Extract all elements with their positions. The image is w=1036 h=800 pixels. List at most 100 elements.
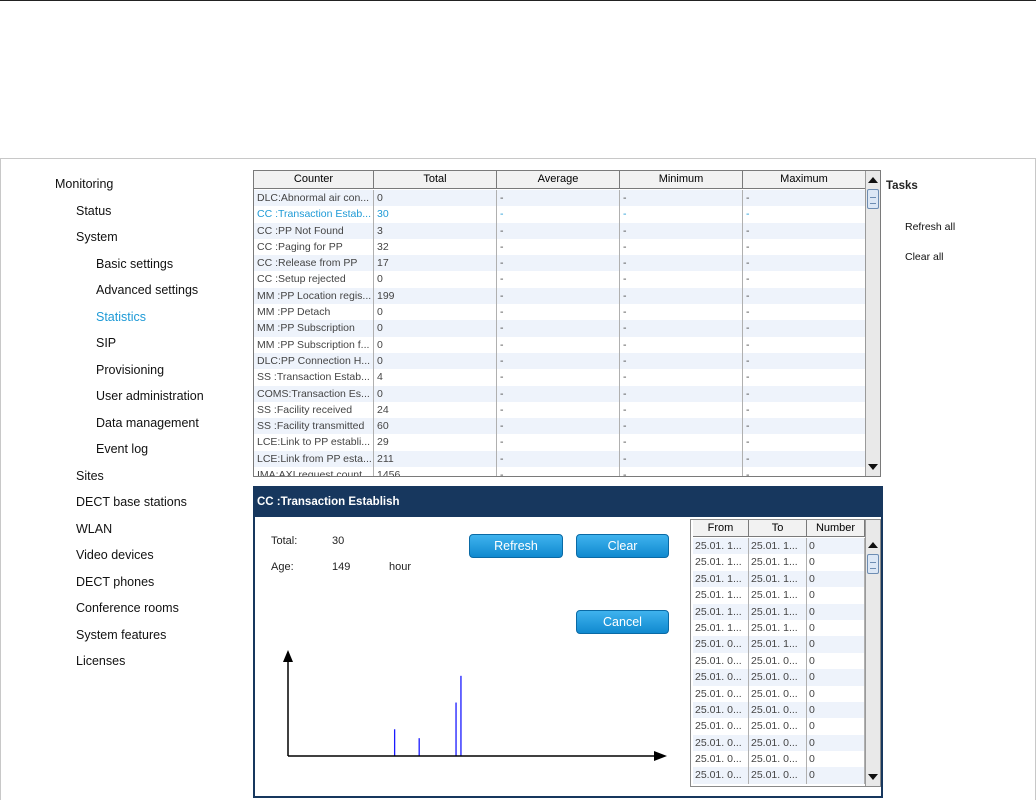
nav-item-statistics[interactable]: Statistics — [96, 310, 146, 324]
counter-table-scrollbar[interactable] — [865, 171, 880, 476]
column-header-number[interactable]: Number — [807, 520, 865, 537]
table-row[interactable]: CC :Release from PP 17- - - — [254, 255, 866, 272]
history-row[interactable]: 25.01. 0... 25.01. 0... 0 — [693, 734, 865, 752]
history-row[interactable]: 25.01. 0... 25.01. 0... 0 — [693, 669, 865, 686]
history-row[interactable]: 25.01. 0... 25.01. 0... 0 — [693, 718, 865, 735]
scroll-thumb[interactable] — [867, 189, 879, 209]
table-row[interactable]: LCE:Link from PP esta... 211- - - — [254, 450, 866, 468]
column-header-total[interactable]: Total — [374, 171, 497, 189]
nav-item-monitoring[interactable]: Monitoring — [55, 177, 113, 191]
column-header-from[interactable]: From — [693, 520, 749, 537]
cell-minimum: - — [620, 401, 743, 419]
clear-all-link[interactable]: Clear all — [905, 251, 944, 263]
cell-minimum: - — [620, 467, 743, 476]
table-row[interactable]: CC :Transaction Estab... 30- - - — [254, 206, 866, 223]
history-row[interactable]: 25.01. 0... 25.01. 0... 0 — [693, 685, 865, 702]
table-row[interactable]: IMA:AXI request count 1456- - - — [254, 467, 866, 476]
nav-item-dect-phones[interactable]: DECT phones — [76, 575, 154, 589]
history-row[interactable]: 25.01. 1... 25.01. 1... 0 — [693, 619, 865, 637]
history-row[interactable]: 25.01. 0... 25.01. 0... 0 — [693, 751, 865, 768]
history-row[interactable]: 25.01. 1... 25.01. 1... 0 — [693, 570, 865, 588]
nav-item-basic-settings[interactable]: Basic settings — [96, 257, 173, 271]
history-row[interactable]: 25.01. 1... 25.01. 1... 0 — [693, 587, 865, 604]
table-row[interactable]: SS :Transaction Estab... 4- - - — [254, 369, 866, 386]
nav-item-dect-base-stations[interactable]: DECT base stations — [76, 495, 187, 509]
table-row[interactable]: CC :Paging for PP 32- - - — [254, 238, 866, 256]
scroll-up-arrow-icon[interactable] — [868, 177, 878, 183]
table-row[interactable]: MM :PP Subscription f... 0- - - — [254, 336, 866, 353]
cell-total: 211 — [374, 450, 497, 468]
history-row[interactable]: 25.01. 0... 25.01. 0... 0 — [693, 652, 865, 670]
counter-table: Counter Total Average Minimum Maximum DL… — [253, 170, 881, 477]
nav-item-system[interactable]: System — [76, 230, 118, 244]
history-row[interactable]: 25.01. 1... 25.01. 1... 0 — [693, 554, 865, 571]
history-row[interactable]: 25.01. 0... 25.01. 0... 0 — [693, 701, 865, 719]
cell-maximum: - — [743, 450, 866, 468]
cell-to: 25.01. 1... — [749, 619, 807, 637]
cell-number: 0 — [807, 701, 865, 719]
history-row[interactable]: 25.01. 0... 25.01. 1... 0 — [693, 636, 865, 653]
nav-item-data-management[interactable]: Data management — [96, 416, 199, 430]
cell-counter: LCE:Link to PP establi... — [254, 434, 374, 451]
table-row[interactable]: CC :PP Not Found 3- - - — [254, 222, 866, 239]
history-row[interactable]: 25.01. 1... 25.01. 1... 0 — [693, 538, 865, 555]
scroll-down-arrow-icon[interactable] — [868, 774, 878, 780]
cell-to: 25.01. 0... — [749, 751, 807, 768]
nav-item-system-features[interactable]: System features — [76, 628, 166, 642]
nav-item-sites[interactable]: Sites — [76, 469, 104, 483]
scroll-up-arrow-icon[interactable] — [868, 542, 878, 548]
scroll-thumb[interactable] — [867, 554, 879, 574]
refresh-all-link[interactable]: Refresh all — [905, 221, 955, 233]
nav-item-wlan[interactable]: WLAN — [76, 522, 112, 536]
nav-item-user-administration[interactable]: User administration — [96, 389, 204, 403]
table-row[interactable]: DLC:Abnormal air con... 0- - - — [254, 190, 866, 207]
column-header-maximum[interactable]: Maximum — [743, 171, 866, 189]
table-row[interactable]: SS :Facility received 24- - - — [254, 401, 866, 419]
table-row[interactable]: CC :Setup rejected 0- - - — [254, 271, 866, 288]
tasks-title: Tasks — [886, 180, 918, 192]
nav-item-video-devices[interactable]: Video devices — [76, 548, 154, 562]
nav-item-status[interactable]: Status — [76, 204, 111, 218]
nav-item-licenses[interactable]: Licenses — [76, 654, 125, 668]
cell-minimum: - — [620, 418, 743, 435]
history-row[interactable]: 25.01. 0... 25.01. 0... 0 — [693, 767, 865, 784]
history-row[interactable]: 25.01. 1... 25.01. 1... 0 — [693, 603, 865, 620]
nav-item-conference-rooms[interactable]: Conference rooms — [76, 601, 179, 615]
column-header-to[interactable]: To — [749, 520, 807, 537]
history-table: From To Number 25.01. 1... 25.01. 1... 0 25… — [690, 519, 881, 787]
counter-table-header: Counter Total Average Minimum Maximum — [254, 171, 866, 189]
table-row[interactable]: COMS:Transaction Es... 0- - - — [254, 385, 866, 402]
table-row[interactable]: LCE:Link to PP establi... 29- - - — [254, 434, 866, 451]
cell-counter: MM :PP Location regis... — [254, 287, 374, 305]
cell-from: 25.01. 1... — [693, 554, 749, 571]
cell-total: 1456 — [374, 467, 497, 476]
column-header-average[interactable]: Average — [497, 171, 620, 189]
nav-item-provisioning[interactable]: Provisioning — [96, 363, 164, 377]
cell-counter: IMA:AXI request count — [254, 467, 374, 476]
cell-total: 0 — [374, 336, 497, 353]
table-row[interactable]: MM :PP Location regis... 199- - - — [254, 287, 866, 305]
nav-item-sip[interactable]: SIP — [96, 336, 116, 350]
clear-button[interactable]: Clear — [576, 534, 669, 558]
nav-item-event-log[interactable]: Event log — [96, 442, 148, 456]
cell-maximum: - — [743, 206, 866, 223]
cancel-button[interactable]: Cancel — [576, 610, 669, 634]
refresh-button[interactable]: Refresh — [469, 534, 563, 558]
cell-number: 0 — [807, 734, 865, 752]
table-row[interactable]: DLC:PP Connection H... 0- - - — [254, 352, 866, 370]
column-header-counter[interactable]: Counter — [254, 171, 374, 189]
table-row[interactable]: MM :PP Subscription 0- - - — [254, 320, 866, 337]
nav-item-advanced-settings[interactable]: Advanced settings — [96, 283, 198, 297]
history-table-scrollbar[interactable] — [865, 520, 880, 786]
column-header-minimum[interactable]: Minimum — [620, 171, 743, 189]
cell-from: 25.01. 0... — [693, 652, 749, 670]
table-row[interactable]: SS :Facility transmitted 60- - - — [254, 418, 866, 435]
cell-maximum: - — [743, 287, 866, 305]
cell-maximum: - — [743, 304, 866, 321]
cell-minimum: - — [620, 222, 743, 239]
cell-from: 25.01. 0... — [693, 685, 749, 702]
scroll-down-arrow-icon[interactable] — [868, 464, 878, 470]
cell-minimum: - — [620, 304, 743, 321]
cell-average: - — [497, 271, 620, 288]
table-row[interactable]: MM :PP Detach 0- - - — [254, 304, 866, 321]
